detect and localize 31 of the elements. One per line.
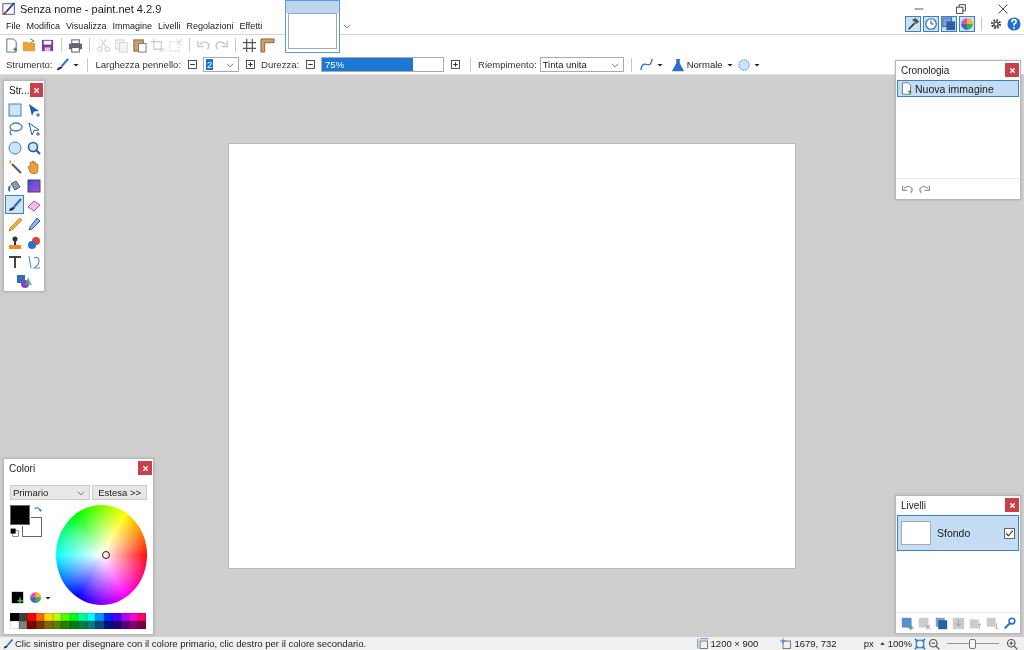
cursor-position: 1679, 732 [794, 638, 837, 649]
brush-width-label: Larghezza pennello: [95, 59, 182, 70]
menu-item[interactable]: Modifica [23, 20, 64, 31]
units-button[interactable]: px [863, 638, 874, 649]
history-item[interactable]: Nuova immagine [897, 80, 1019, 97]
blend-mode-button[interactable]: Normale [686, 59, 723, 70]
fill-label: Riempimento: [478, 59, 537, 70]
layer-name: Sfondo [937, 527, 972, 539]
menu-item[interactable]: Effetti [236, 20, 266, 31]
menu-item[interactable]: Immagine [109, 20, 155, 31]
color-target-dropdown[interactable]: Primario [10, 485, 90, 500]
image-size: 1200 × 900 [710, 638, 759, 649]
tool-label: Strumento: [6, 59, 53, 70]
zoom-level: 100% [887, 638, 912, 649]
hardness-label: Durezza: [261, 59, 300, 70]
panel-title: Str... [9, 84, 30, 96]
window-title: Senza nome - paint.net 4.2.9 [20, 2, 162, 15]
fill-dropdown[interactable]: Tinta unita [539, 57, 624, 72]
hardness-slider[interactable]: 75% [321, 57, 445, 72]
menu-item[interactable]: Regolazioni [183, 20, 237, 31]
menu-item[interactable]: Livelli [154, 20, 184, 31]
hardness-reading: 75% [325, 59, 345, 70]
panel-title: Livelli [901, 499, 926, 511]
menu-item[interactable]: File [3, 20, 24, 31]
panel-title: Colori [9, 462, 36, 474]
panel-title: Cronologia [901, 64, 950, 76]
more-button[interactable]: Estesa >> [92, 485, 147, 500]
status-message: Clic sinistro per disegnare con il colore primario, clic destro per il colore secondario. [15, 638, 367, 649]
menu-item[interactable]: Visualizza [63, 20, 110, 31]
layer-row[interactable]: Sfondo [897, 515, 1019, 551]
brush-width-field[interactable]: 2 [203, 57, 240, 72]
